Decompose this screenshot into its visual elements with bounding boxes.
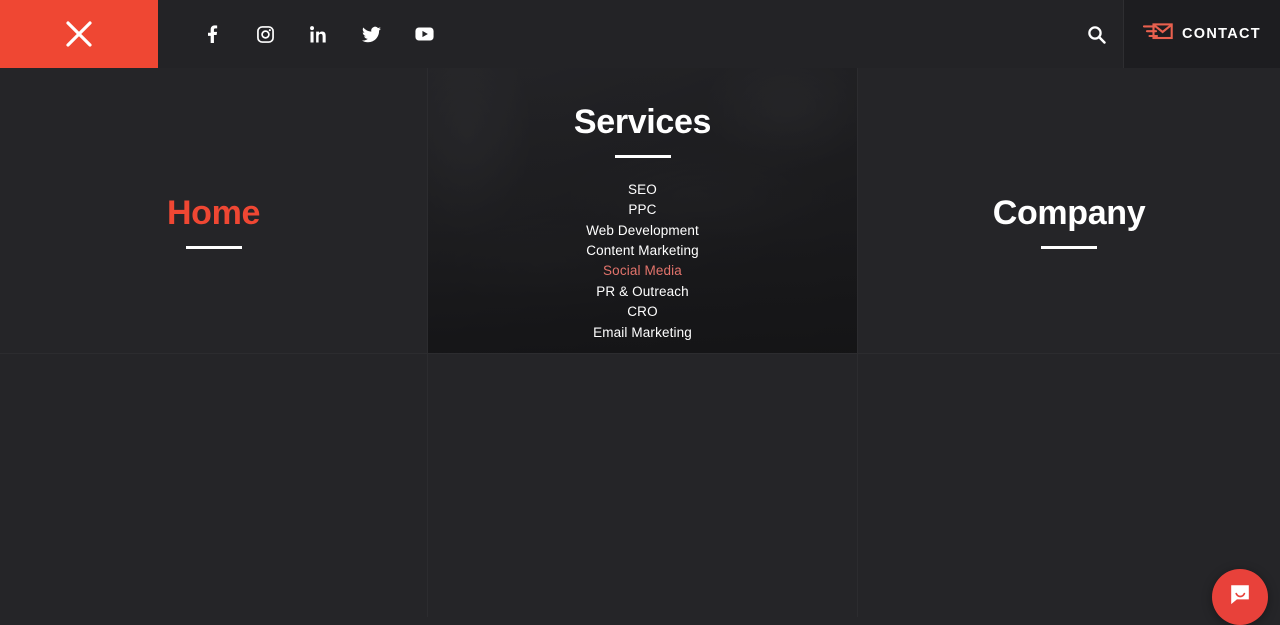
menu-tile-resources[interactable]: Resources [428,354,858,617]
youtube-icon [415,27,434,41]
menu-tile-services-inner: Services SEO PPC Web Development Content… [428,105,857,343]
chat-bubble-icon [1227,582,1253,613]
title-underline [615,155,671,158]
social-links-group [158,0,451,68]
menu-tile-work[interactable]: Work [0,354,428,617]
menu-title-home: Home [167,196,260,232]
service-item-cro[interactable]: CRO [627,302,657,322]
contact-label: CONTACT [1182,26,1261,42]
title-underline [186,246,242,249]
service-item-social-media[interactable]: Social Media [603,261,682,281]
top-header-bar: CONTACT [0,0,1280,68]
header-spacer [451,0,1070,68]
service-item-seo[interactable]: SEO [628,180,657,200]
social-link-youtube[interactable] [398,0,451,68]
menu-tile-home[interactable]: Home [0,68,428,354]
search-icon [1087,25,1106,44]
facebook-icon [205,25,220,43]
social-link-twitter[interactable] [345,0,398,68]
menu-tile-company[interactable]: Company [858,68,1280,354]
menu-tile-get-in-touch[interactable]: Get in Touch [858,354,1280,617]
service-item-email-marketing[interactable]: Email Marketing [593,323,692,343]
service-item-content-marketing[interactable]: Content Marketing [586,241,699,261]
search-button[interactable] [1070,0,1124,68]
close-icon [62,17,96,51]
instagram-icon [257,26,274,43]
menu-tile-home-inner: Home [0,196,427,249]
contact-button[interactable]: CONTACT [1124,0,1280,68]
linkedin-icon [310,26,327,43]
service-item-web-development[interactable]: Web Development [586,221,699,241]
menu-title-company: Company [993,196,1146,232]
service-item-ppc[interactable]: PPC [628,200,656,220]
title-underline [1041,246,1097,249]
social-link-facebook[interactable] [186,0,239,68]
close-menu-button[interactable] [0,0,158,68]
social-link-linkedin[interactable] [292,0,345,68]
service-item-pr-and-outreach[interactable]: PR & Outreach [596,282,689,302]
twitter-icon [362,26,381,43]
envelope-icon [1143,21,1173,47]
services-submenu-list: SEO PPC Web Development Content Marketin… [586,180,699,343]
social-link-instagram[interactable] [239,0,292,68]
menu-tile-company-inner: Company [858,196,1280,249]
mega-menu-grid: Home Services SEO PPC Web Development Co… [0,68,1280,617]
menu-tile-services[interactable]: Services SEO PPC Web Development Content… [428,68,858,354]
menu-title-services: Services [574,105,711,141]
